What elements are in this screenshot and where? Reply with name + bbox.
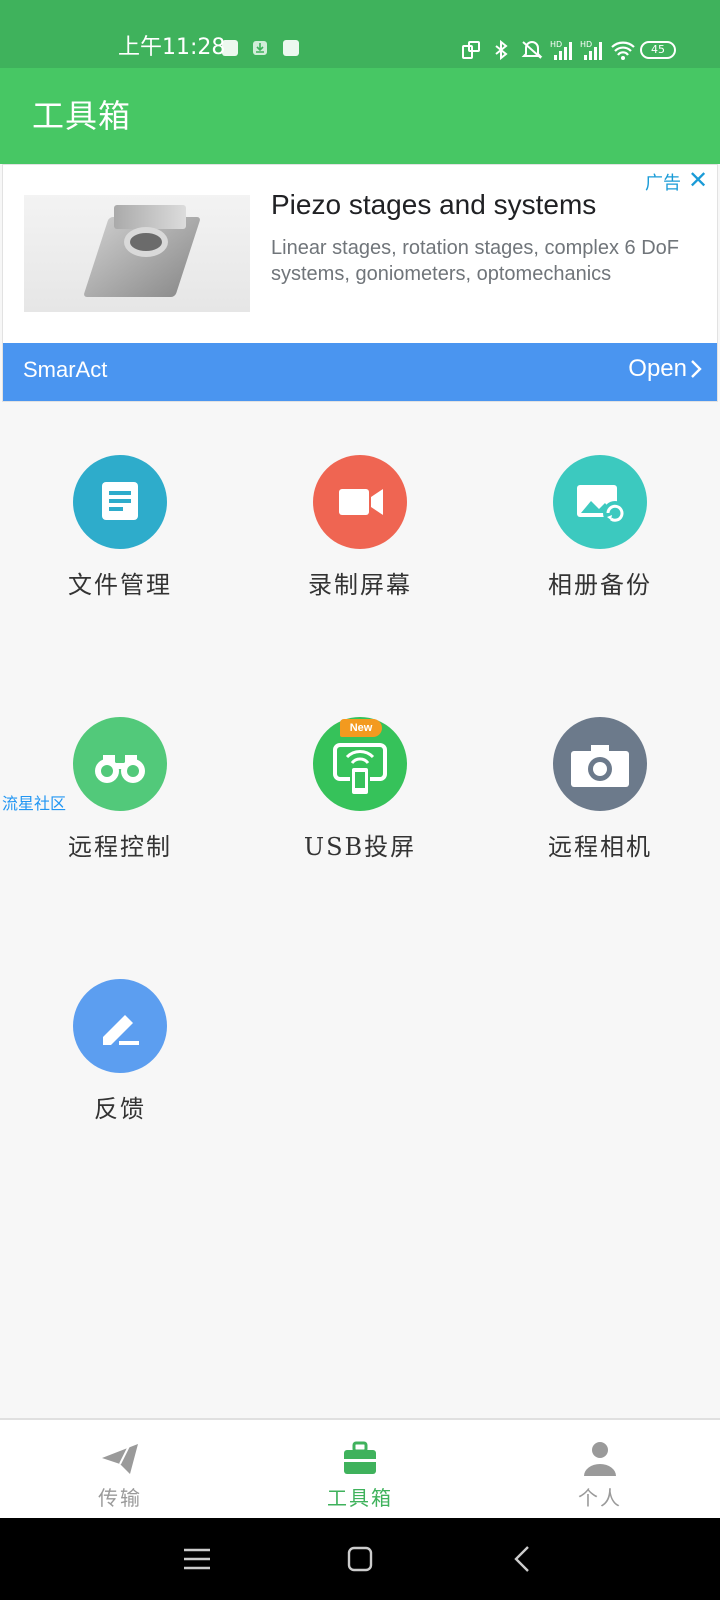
status-time: 上午11:28: [118, 35, 226, 60]
signal-1-icon: HD: [550, 39, 572, 61]
chevron-right-icon: [685, 358, 707, 380]
camera-icon: [553, 717, 647, 811]
ad-badge: 广告: [645, 173, 681, 194]
tool-label: 文件管理: [68, 571, 172, 599]
nav-label: 个人: [578, 1486, 622, 1510]
ad-headline[interactable]: Piezo stages and systems: [271, 189, 596, 221]
ad-open-button[interactable]: Open: [628, 355, 687, 383]
send-icon: [100, 1438, 140, 1478]
status-bar: 上午11:28 HD HD 45: [0, 0, 720, 68]
back-icon[interactable]: [506, 1542, 540, 1576]
svg-text:HD: HD: [550, 40, 562, 49]
tool-file-manager[interactable]: 文件管理: [20, 455, 220, 635]
download-icon: [252, 40, 268, 56]
toolbox-icon: [340, 1438, 380, 1478]
svg-text:HD: HD: [580, 40, 592, 49]
tool-label: 反馈: [94, 1095, 146, 1123]
photo-sync-icon: [553, 455, 647, 549]
silent-icon: [520, 39, 543, 61]
page-title: 工具箱: [32, 97, 132, 135]
tool-remote-camera[interactable]: 远程相机: [500, 717, 700, 897]
ad-cta-bar[interactable]: SmarAct Open: [3, 343, 717, 401]
person-icon: [580, 1438, 620, 1478]
ad-product-image[interactable]: [24, 195, 250, 312]
file-icon: [73, 455, 167, 549]
battery-indicator: 45: [640, 41, 676, 59]
system-nav-bar: [0, 1518, 720, 1600]
bottom-nav: 传输 工具箱 个人: [0, 1418, 720, 1518]
nav-label: 传输: [98, 1486, 142, 1510]
nav-label: 工具箱: [327, 1486, 393, 1510]
tool-feedback[interactable]: 反馈: [20, 979, 220, 1159]
screen-rotate-icon: [460, 39, 482, 61]
ad-banner[interactable]: 广告 ✕ Piezo stages and systems Linear sta…: [2, 164, 718, 402]
tool-label: 远程相机: [548, 833, 652, 861]
video-camera-icon: [313, 455, 407, 549]
gallery-notification-icon: [283, 40, 299, 56]
wifi-icon: [610, 39, 635, 61]
tool-photo-backup[interactable]: 相册备份: [500, 455, 700, 635]
bluetooth-icon: [490, 39, 512, 61]
tool-label: USB投屏: [303, 833, 417, 861]
tool-label: 远程控制: [68, 833, 172, 861]
nav-item-transfer[interactable]: 传输: [0, 1420, 240, 1520]
status-icons: HD HD 45: [460, 36, 676, 64]
binoculars-icon: [73, 717, 167, 811]
edit-pen-icon: [73, 979, 167, 1073]
tool-label: 录制屏幕: [308, 571, 412, 599]
nav-item-toolbox[interactable]: 工具箱: [240, 1420, 480, 1520]
new-badge: New: [340, 719, 382, 737]
app-notification-icon: [222, 40, 238, 56]
nav-item-profile[interactable]: 个人: [480, 1420, 720, 1520]
tool-record-screen[interactable]: 录制屏幕: [260, 455, 460, 635]
ad-advertiser: SmarAct: [23, 357, 108, 382]
home-icon[interactable]: [343, 1542, 377, 1576]
ad-close-icon[interactable]: ✕: [685, 167, 711, 193]
signal-2-icon: HD: [580, 39, 602, 61]
menu-icon[interactable]: [180, 1542, 214, 1576]
tool-label: 相册备份: [548, 571, 652, 599]
tool-usb-cast[interactable]: New USB投屏: [260, 717, 460, 897]
ad-description: Linear stages, rotation stages, complex …: [271, 237, 679, 285]
app-bar: 工具箱: [0, 68, 720, 164]
community-link[interactable]: 流星社区: [2, 790, 66, 814]
